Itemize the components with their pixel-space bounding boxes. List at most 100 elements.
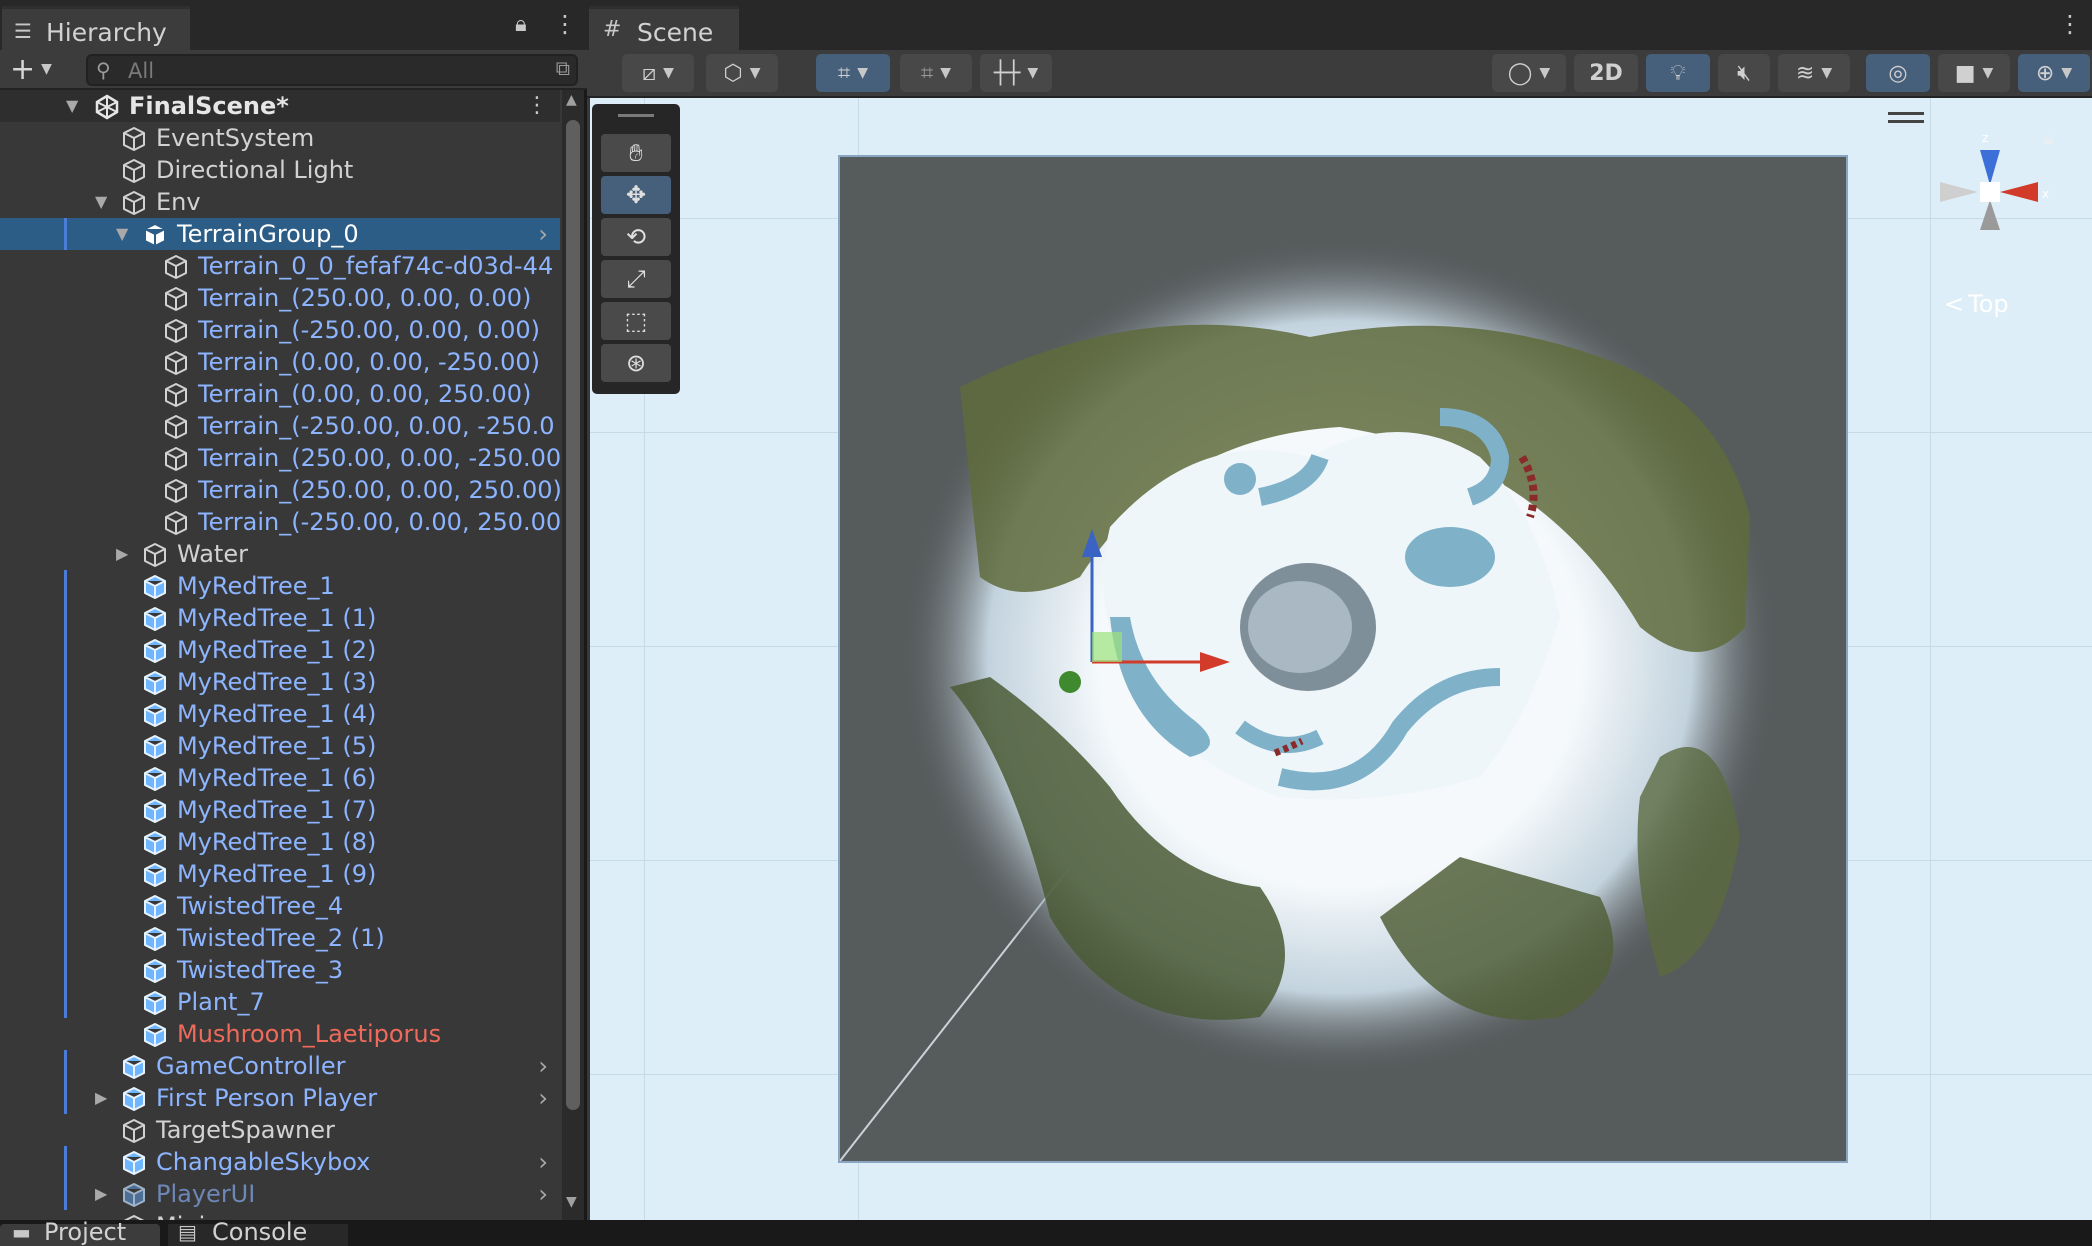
grid-snap-icon: ⌗ xyxy=(837,60,851,86)
open-prefab-chevron-icon[interactable]: › xyxy=(538,218,548,250)
hierarchy-row[interactable]: Terrain_(250.00, 0.00, 0.00) xyxy=(0,282,560,314)
audio-toggle-button[interactable]: 🔇︎ xyxy=(1718,54,1770,92)
hierarchy-scrollbar-thumb[interactable] xyxy=(566,120,580,1110)
palette-drag-handle[interactable] xyxy=(618,114,654,117)
hierarchy-row[interactable]: ▼ TerrainGroup_0 › xyxy=(0,218,560,250)
hand-tool-button[interactable]: ✋︎ xyxy=(601,134,671,172)
open-prefab-chevron-icon[interactable]: › xyxy=(538,1146,548,1178)
hierarchy-tab[interactable]: ☰ Hierarchy xyxy=(2,6,190,50)
hierarchy-row[interactable]: Terrain_(-250.00, 0.00, -250.0 xyxy=(0,410,560,442)
more-options-icon[interactable]: ⋮ xyxy=(553,10,577,38)
lighting-toggle-button[interactable]: 💡︎ xyxy=(1646,54,1710,92)
hierarchy-row[interactable]: ▶ First Person Player › xyxy=(0,1082,560,1114)
gameobject-cube-icon xyxy=(144,895,166,919)
gizmo-center[interactable] xyxy=(1980,182,2000,202)
toggle-2d-button[interactable]: 2D xyxy=(1574,54,1638,92)
hierarchy-row[interactable]: Terrain_0_0_fefaf74c-d03d-44 xyxy=(0,250,560,282)
scroll-down-icon[interactable]: ▼ xyxy=(566,1194,577,1210)
gizmo-drag-handle[interactable] xyxy=(1888,112,1924,115)
transform-tool-button[interactable]: ⊛ xyxy=(601,344,671,382)
hierarchy-row[interactable]: ▶ PlayerUI › xyxy=(0,1178,560,1210)
hierarchy-row[interactable]: Terrain_(-250.00, 0.00, 250.00 xyxy=(0,506,560,538)
gizmos-button[interactable]: ⊕ ▼ xyxy=(2018,54,2090,92)
draw-mode-button[interactable]: ◯ ▼ xyxy=(1492,54,1566,92)
hierarchy-row[interactable]: Plant_7 xyxy=(0,986,560,1018)
open-prefab-chevron-icon[interactable]: › xyxy=(538,1178,548,1210)
hierarchy-row[interactable]: MyRedTree_1 (4) xyxy=(0,698,560,730)
hierarchy-row[interactable]: MyRedTree_1 (5) xyxy=(0,730,560,762)
hierarchy-row-label: GameController xyxy=(156,1052,346,1080)
tab-console[interactable]: ▤ Console xyxy=(168,1218,348,1246)
hierarchy-row[interactable]: Mushroom_Laetiporus xyxy=(0,1018,560,1050)
fold-arrow-icon[interactable]: ▼ xyxy=(66,90,78,122)
hierarchy-row[interactable]: Terrain_(250.00, 0.00, 250.00) xyxy=(0,474,560,506)
prefab-override-bar xyxy=(64,1178,67,1210)
hierarchy-row[interactable]: MyRedTree_1 (2) xyxy=(0,634,560,666)
hierarchy-row[interactable]: ChangableSkybox › xyxy=(0,1146,560,1178)
effects-button[interactable]: ≋ ▼ xyxy=(1778,54,1850,92)
hierarchy-row[interactable]: MyRedTree_1 (6) xyxy=(0,762,560,794)
hierarchy-row[interactable]: ▶ Water xyxy=(0,538,560,570)
gizmo-lock-icon[interactable]: 🔒︎ xyxy=(2044,128,2054,149)
gameobject-cube-icon xyxy=(144,735,166,759)
hierarchy-row[interactable]: MyRedTree_1 (8) xyxy=(0,826,560,858)
lock-icon[interactable]: 🔒︎ xyxy=(515,12,527,37)
hierarchy-row[interactable]: Terrain_(0.00, 0.00, -250.00) xyxy=(0,346,560,378)
tab-project[interactable]: ▬ Project xyxy=(0,1218,160,1246)
scene-visibility-button[interactable]: ◎ xyxy=(1866,54,1930,92)
scroll-up-icon[interactable]: ▲ xyxy=(566,92,577,108)
gizmo-axis-z[interactable] xyxy=(1980,150,2000,185)
gizmo-axis-y-neg[interactable] xyxy=(1980,200,2000,230)
scale-tool-button[interactable]: ⤢ xyxy=(601,260,671,298)
gizmo-axis-x-neg[interactable] xyxy=(1940,182,1978,202)
hierarchy-row[interactable]: TargetSpawner xyxy=(0,1114,560,1146)
increment-snap-button[interactable]: ⌗ ▼ xyxy=(900,54,972,92)
gizmo-view-label[interactable]: < Top xyxy=(1944,290,2009,318)
hierarchy-row[interactable]: MyRedTree_1 (7) xyxy=(0,794,560,826)
move-tool-button[interactable]: ✥ xyxy=(601,176,671,214)
tab-project-label: Project xyxy=(44,1218,127,1246)
hierarchy-row[interactable]: TwistedTree_3 xyxy=(0,954,560,986)
open-prefab-chevron-icon[interactable]: › xyxy=(538,1050,548,1082)
gameobject-cube-icon xyxy=(123,191,145,215)
expand-search-icon[interactable]: ⧉ xyxy=(556,56,570,80)
hierarchy-row[interactable]: Terrain_(-250.00, 0.00, 0.00) xyxy=(0,314,560,346)
rotate-tool-button[interactable]: ⟲ xyxy=(601,218,671,256)
hierarchy-row[interactable]: MyRedTree_1 (1) xyxy=(0,602,560,634)
hierarchy-row[interactable]: TwistedTree_4 xyxy=(0,890,560,922)
scene-menu-icon[interactable]: ⋮ xyxy=(526,90,548,122)
grid-snapping-button[interactable]: ⌗ ▼ xyxy=(816,54,890,92)
collapsed-arrow-icon[interactable]: ▶ xyxy=(95,1178,107,1210)
chevron-down-icon: ▼ xyxy=(1027,65,1039,81)
hierarchy-row-label: MyRedTree_1 (2) xyxy=(177,636,377,664)
hierarchy-search-input[interactable]: ⚲ All ⧉ xyxy=(86,54,578,86)
camera-settings-button[interactable]: ■ ▼ xyxy=(1938,54,2010,92)
hierarchy-row[interactable]: MyRedTree_1 xyxy=(0,570,560,602)
gizmo-axis-x[interactable] xyxy=(2000,182,2038,202)
collapsed-arrow-icon[interactable]: ▶ xyxy=(95,1082,107,1114)
terrain-view[interactable] xyxy=(838,155,1848,1163)
open-prefab-chevron-icon[interactable]: › xyxy=(538,1082,548,1114)
rect-tool-button[interactable]: ⬚ xyxy=(601,302,671,340)
ruler-snap-button[interactable]: ┼┼ ▼ xyxy=(980,54,1052,92)
hierarchy-row[interactable]: MyRedTree_1 (9) xyxy=(0,858,560,890)
hierarchy-row[interactable]: Directional Light xyxy=(0,154,560,186)
gameobject-cube-icon xyxy=(165,287,187,311)
create-button[interactable]: + ▼ xyxy=(10,50,52,88)
chevron-down-icon: ▼ xyxy=(1539,65,1551,81)
expanded-arrow-icon[interactable]: ▼ xyxy=(95,186,107,218)
hierarchy-row[interactable]: Terrain_(0.00, 0.00, 250.00) xyxy=(0,378,560,410)
pivot-button[interactable]: ⬡ ▼ xyxy=(706,54,778,92)
hierarchy-row[interactable]: ▼ Env xyxy=(0,186,560,218)
scene-more-icon[interactable]: ⋮ xyxy=(2058,10,2082,38)
scene-row[interactable]: ▼ FinalScene* ⋮ xyxy=(0,90,560,122)
tool-settings-button[interactable]: ⧄ ▼ xyxy=(622,54,694,92)
hierarchy-row[interactable]: MyRedTree_1 (3) xyxy=(0,666,560,698)
hierarchy-row[interactable]: TwistedTree_2 (1) xyxy=(0,922,560,954)
hierarchy-row[interactable]: GameController › xyxy=(0,1050,560,1082)
collapsed-arrow-icon[interactable]: ▶ xyxy=(116,538,128,570)
hierarchy-row[interactable]: EventSystem xyxy=(0,122,560,154)
scene-tab[interactable]: # Scene xyxy=(589,6,739,50)
hierarchy-row[interactable]: Terrain_(250.00, 0.00, -250.00 xyxy=(0,442,560,474)
expanded-arrow-icon[interactable]: ▼ xyxy=(116,218,128,250)
